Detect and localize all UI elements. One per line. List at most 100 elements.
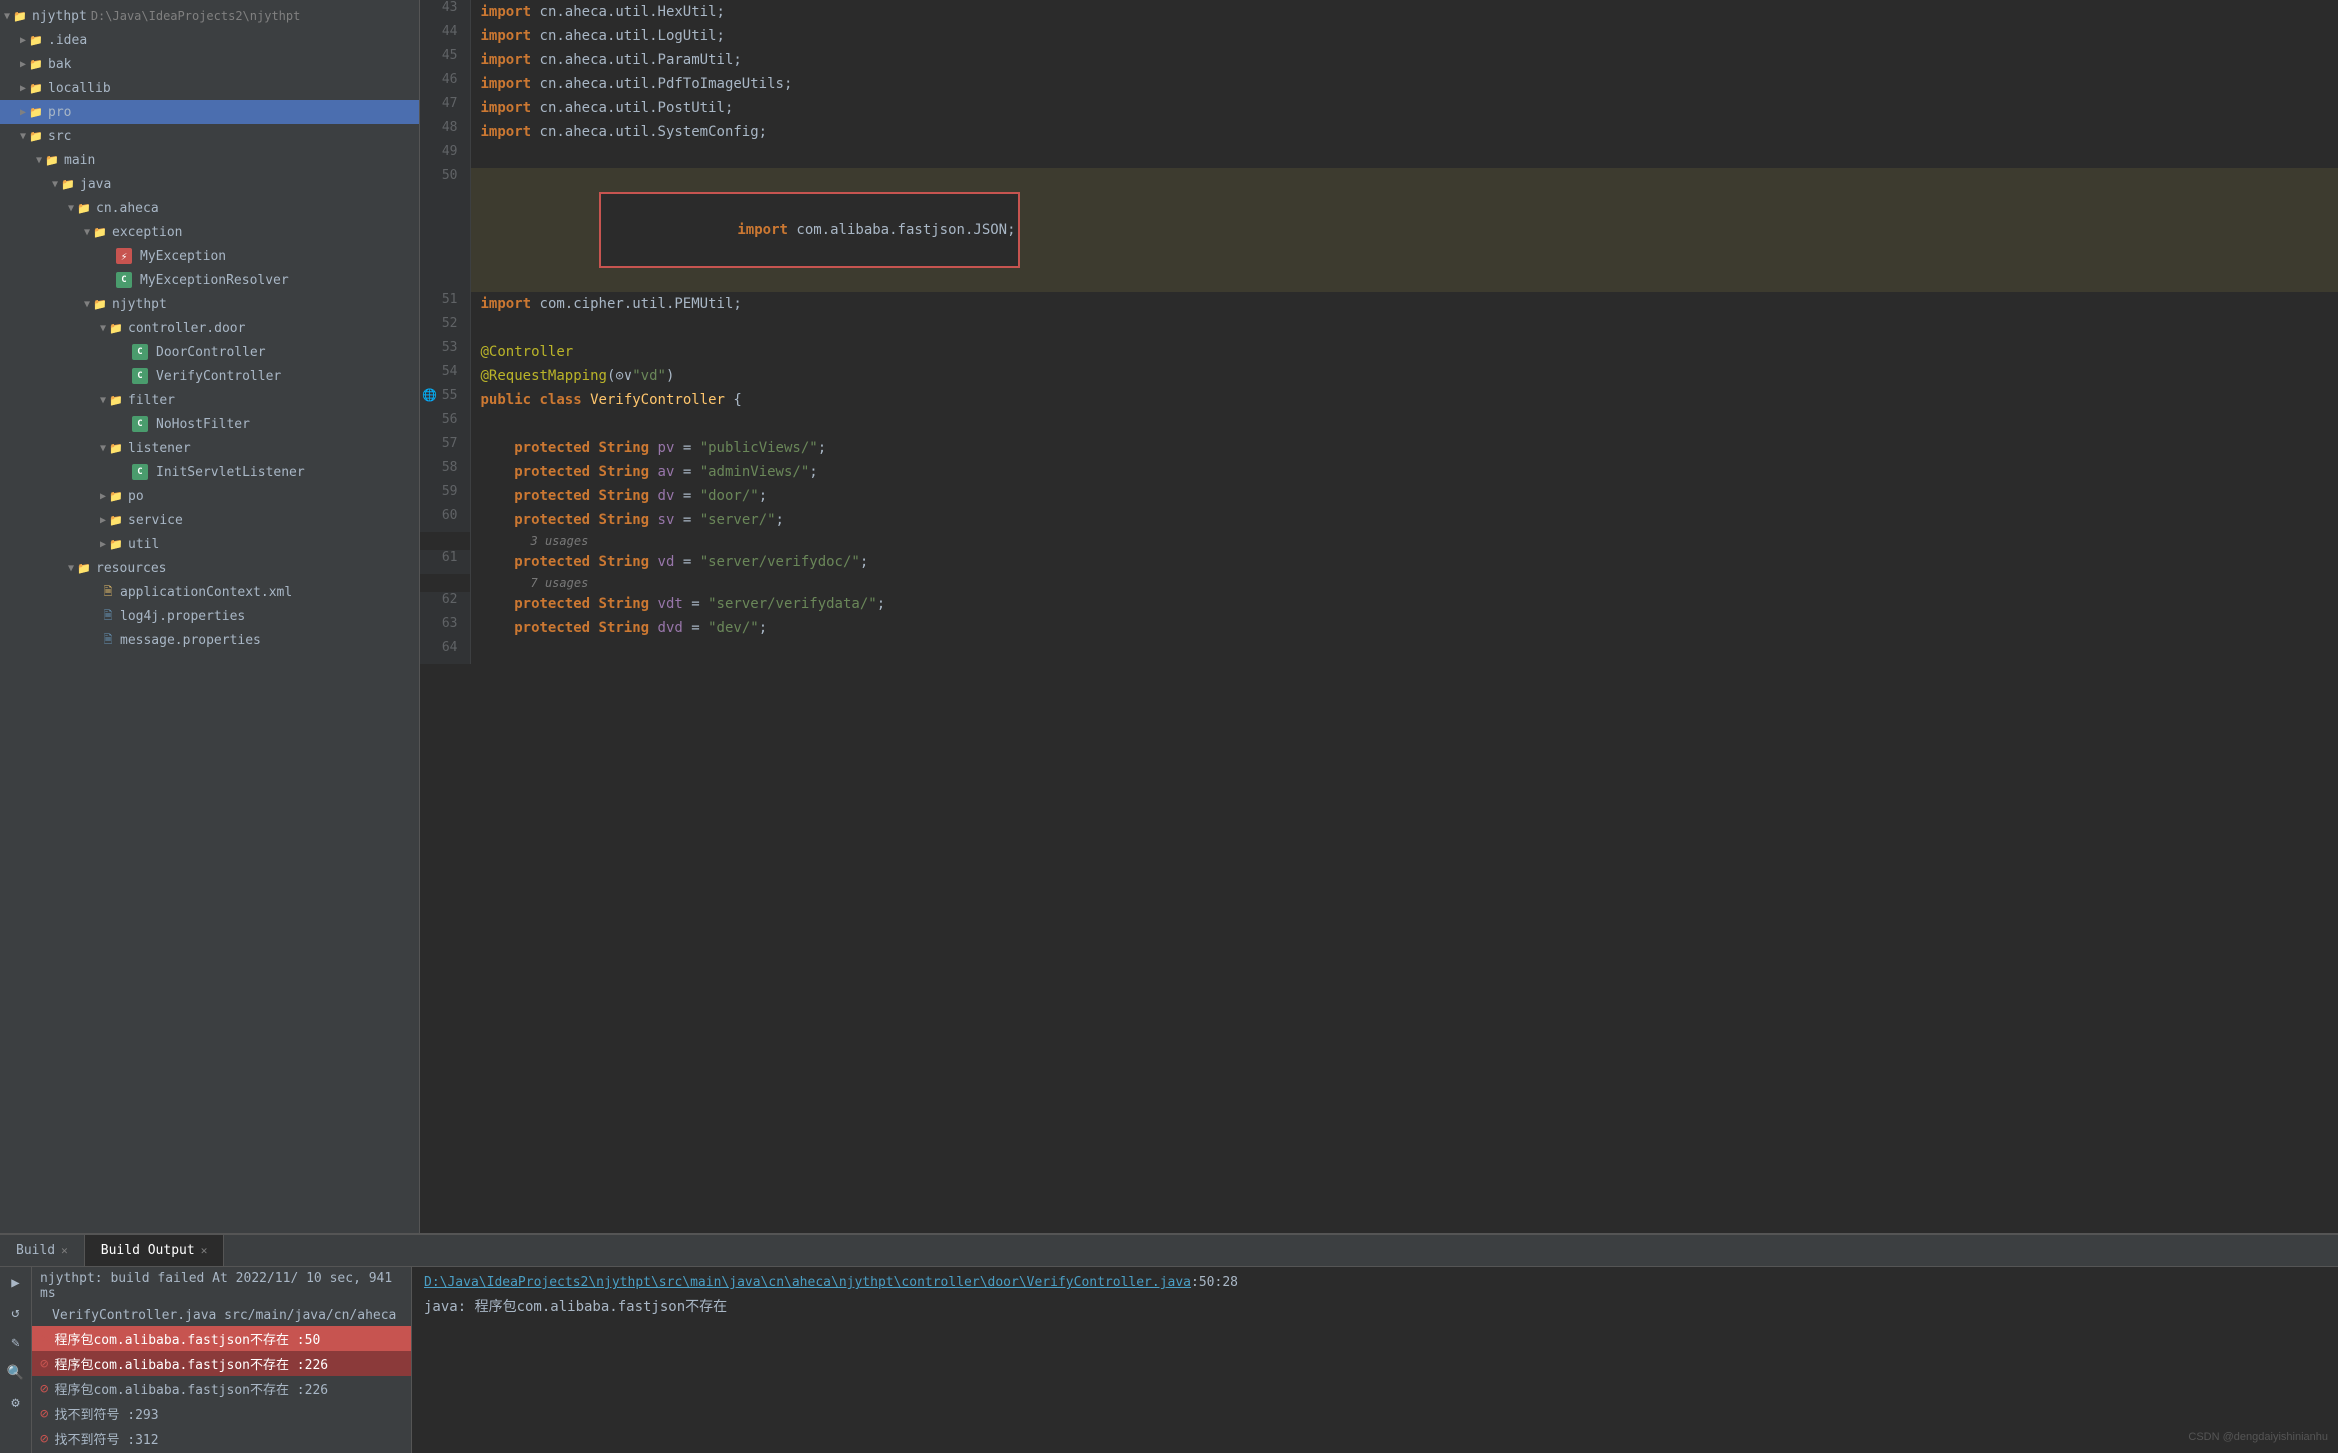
tab-build[interactable]: Build ✕ <box>0 1235 85 1266</box>
table-row: 54 @RequestMapping(⊙∨"vd") <box>420 364 2338 388</box>
tree-item-myexception[interactable]: ⚡ MyException <box>0 244 419 268</box>
toolbar-play-btn[interactable]: ▶ <box>4 1271 28 1295</box>
tree-item-verifycontroller[interactable]: C VerifyController <box>0 364 419 388</box>
tree-item-initservletlistener[interactable]: C InitServletListener <box>0 460 419 484</box>
folder-icon: 📁 <box>76 200 92 216</box>
tree-label: NoHostFilter <box>156 417 250 432</box>
table-row: 50 import com.alibaba.fastjson.JSON; <box>420 168 2338 292</box>
line-content: @RequestMapping(⊙∨"vd") <box>470 364 2338 388</box>
line-content: import com.cipher.util.PEMUtil; <box>470 292 2338 316</box>
build-error-item-selected2[interactable]: ⊘ 程序包com.alibaba.fastjson不存在 :226 <box>32 1351 411 1376</box>
build-error-label: 找不到符号 :293 <box>54 1404 158 1423</box>
line-number: 45 <box>420 48 470 72</box>
build-error-item-selected[interactable]: ⊘ 程序包com.alibaba.fastjson不存在 :50 <box>32 1326 411 1351</box>
folder-icon: 📁 <box>108 512 124 528</box>
file-tree[interactable]: ▼ 📁 njythpt D:\Java\IdeaProjects2\njythp… <box>0 0 420 1233</box>
line-number: 56 <box>420 412 470 436</box>
tree-item-root[interactable]: ▼ 📁 njythpt D:\Java\IdeaProjects2\njythp… <box>0 4 419 28</box>
tree-item-exception[interactable]: ▼ 📁 exception <box>0 220 419 244</box>
toolbar-search-btn[interactable]: 🔍 <box>4 1361 28 1385</box>
tree-label: MyException <box>140 249 226 264</box>
tree-item-controllerdoor[interactable]: ▼ 📁 controller.door <box>0 316 419 340</box>
table-row: 64 <box>420 640 2338 664</box>
toolbar-edit-btn[interactable]: ✎ <box>4 1331 28 1355</box>
tree-item-pro[interactable]: ▶ 📁 pro <box>0 100 419 124</box>
build-error-item[interactable]: ⊘ 找不到符号 :312 <box>32 1426 411 1451</box>
table-row: 7 usages <box>420 574 2338 592</box>
tree-item-nohostfilter[interactable]: C NoHostFilter <box>0 412 419 436</box>
line-content: protected String dv = "door/"; <box>470 484 2338 508</box>
folder-icon: 📁 <box>28 80 44 96</box>
tree-item-idea[interactable]: ▶ 📁 .idea <box>0 28 419 52</box>
table-row: 58 protected String av = "adminViews/"; <box>420 460 2338 484</box>
tree-item-myexceptionresolver[interactable]: C MyExceptionResolver <box>0 268 419 292</box>
tree-item-util[interactable]: ▶ 📁 util <box>0 532 419 556</box>
table-row: 49 <box>420 144 2338 168</box>
build-subitem-label: VerifyController.java src/main/java/cn/a… <box>52 1308 396 1323</box>
build-output: D:\Java\IdeaProjects2\njythpt\src\main\j… <box>412 1267 2338 1453</box>
tree-item-src[interactable]: ▼ 📁 src <box>0 124 419 148</box>
tree-item-filter[interactable]: ▼ 📁 filter <box>0 388 419 412</box>
tree-item-doorcontroller[interactable]: C DoorController <box>0 340 419 364</box>
tree-item-locallib[interactable]: ▶ 📁 locallib <box>0 76 419 100</box>
build-error-item[interactable]: ⊘ 程序包com.alibaba.fastjson不存在 :226 <box>32 1376 411 1401</box>
tree-label: java <box>80 177 111 192</box>
tab-build-label: Build <box>16 1243 55 1258</box>
tree-item-appcontext[interactable]: 🗎 applicationContext.xml <box>0 580 419 604</box>
line-content <box>470 640 2338 664</box>
build-output-path[interactable]: D:\Java\IdeaProjects2\njythpt\src\main\j… <box>424 1275 1191 1290</box>
tab-build-output[interactable]: Build Output ✕ <box>85 1235 225 1266</box>
folder-icon: 📁 <box>108 392 124 408</box>
usages-hint: 7 usages <box>470 574 2338 592</box>
arrow-icon: ▼ <box>100 323 106 334</box>
tree-item-log4j[interactable]: 🗎 log4j.properties <box>0 604 419 628</box>
line-number: 48 <box>420 120 470 144</box>
tree-label: bak <box>48 57 71 72</box>
tree-label: message.properties <box>120 633 261 648</box>
toolbar-settings-btn[interactable]: ⚙ <box>4 1391 28 1415</box>
tree-label: VerifyController <box>156 369 281 384</box>
table-row: 46 import cn.aheca.util.PdfToImageUtils; <box>420 72 2338 96</box>
folder-icon: 📁 <box>28 128 44 144</box>
tree-item-cnaheca[interactable]: ▼ 📁 cn.aheca <box>0 196 419 220</box>
tab-build-output-close[interactable]: ✕ <box>201 1244 208 1257</box>
build-sub-item[interactable]: VerifyController.java src/main/java/cn/a… <box>32 1305 411 1326</box>
line-content: import cn.aheca.util.HexUtil; <box>470 0 2338 24</box>
tree-label: main <box>64 153 95 168</box>
tree-item-message[interactable]: 🗎 message.properties <box>0 628 419 652</box>
tree-item-java[interactable]: ▼ 📁 java <box>0 172 419 196</box>
tree-item-po[interactable]: ▶ 📁 po <box>0 484 419 508</box>
tree-label: filter <box>128 393 175 408</box>
tree-item-njythpt[interactable]: ▼ 📁 njythpt <box>0 292 419 316</box>
table-row: 60 protected String sv = "server/"; <box>420 508 2338 532</box>
line-number: 47 <box>420 96 470 120</box>
build-output-error-text: java: 程序包com.alibaba.fastjson不存在 <box>424 1296 2326 1316</box>
error-icon: ⊘ <box>40 1431 48 1447</box>
build-error-label: 程序包com.alibaba.fastjson不存在 :226 <box>54 1379 328 1398</box>
table-row: 62 protected String vdt = "server/verify… <box>420 592 2338 616</box>
arrow-icon: ▶ <box>20 107 26 118</box>
project-name: njythpt <box>32 9 87 24</box>
folder-icon: 📁 <box>108 320 124 336</box>
project-icon: 📁 <box>12 8 28 24</box>
table-row: 55 🌐 public class VerifyController { <box>420 388 2338 412</box>
tree-item-service[interactable]: ▶ 📁 service <box>0 508 419 532</box>
bottom-left-toolbar: ▶ ↺ ✎ 🔍 ⚙ <box>0 1267 32 1453</box>
line-content <box>470 316 2338 340</box>
arrow-icon: ▶ <box>100 491 106 502</box>
error-icon: ⊘ <box>40 1331 48 1347</box>
code-scroll[interactable]: 43 import cn.aheca.util.HexUtil; 44 impo… <box>420 0 2338 1233</box>
tree-label: service <box>128 513 183 528</box>
tree-item-listener[interactable]: ▼ 📁 listener <box>0 436 419 460</box>
build-error-item[interactable]: ⊘ 找不到符号 :293 <box>32 1401 411 1426</box>
tree-item-resources[interactable]: ▼ 📁 resources <box>0 556 419 580</box>
line-content <box>470 144 2338 168</box>
bottom-content: ▶ ↺ ✎ 🔍 ⚙ njythpt: build failed At 2022/… <box>0 1267 2338 1453</box>
table-row: 44 import cn.aheca.util.LogUtil; <box>420 24 2338 48</box>
tab-build-close[interactable]: ✕ <box>61 1244 68 1257</box>
toolbar-refresh-btn[interactable]: ↺ <box>4 1301 28 1325</box>
arrow-icon: ▼ <box>4 11 10 22</box>
tree-item-bak[interactable]: ▶ 📁 bak <box>0 52 419 76</box>
java-class-icon: C <box>116 272 132 288</box>
tree-item-main[interactable]: ▼ 📁 main <box>0 148 419 172</box>
